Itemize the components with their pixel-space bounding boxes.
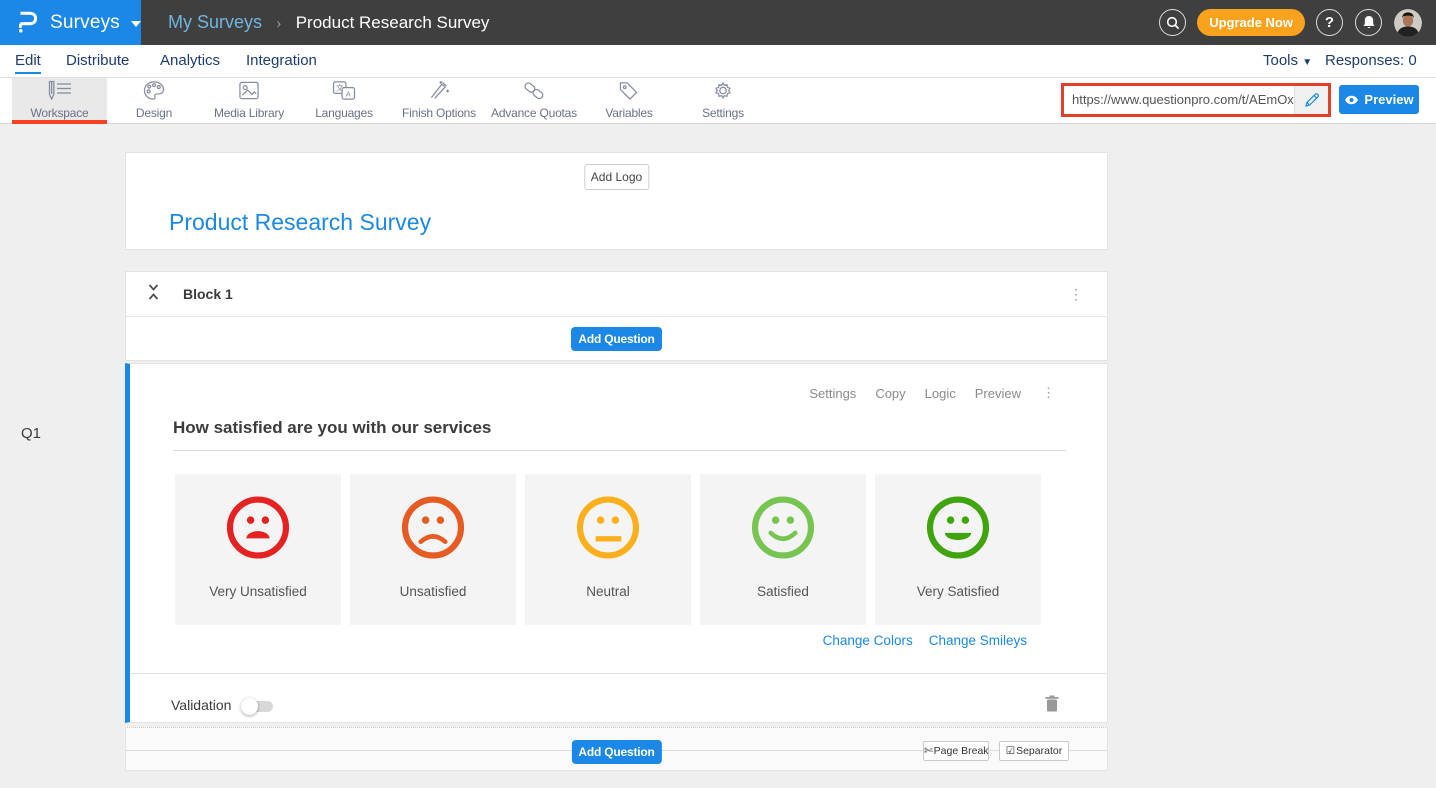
svg-text:文: 文 bbox=[336, 83, 344, 93]
